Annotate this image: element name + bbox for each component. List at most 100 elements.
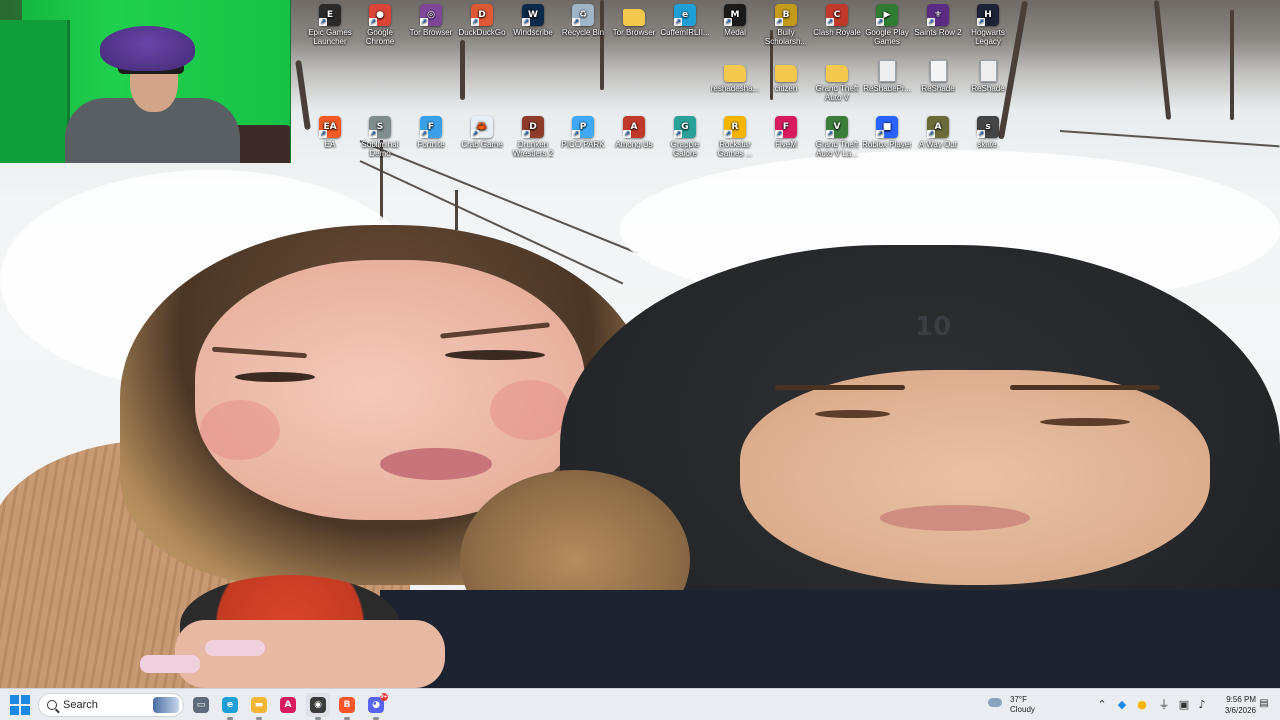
desktop-shortcut[interactable]: ReShadePr... — [862, 60, 912, 93]
desktop-shortcut[interactable]: A ↗ Among Us — [609, 116, 659, 149]
desktop-shortcut-label: PICO PARK — [561, 140, 605, 149]
desktop-shortcut[interactable]: S ↗ Subliminal Demo — [355, 116, 405, 158]
desktop-shortcut[interactable]: ■ ↗ Roblox Player — [862, 116, 912, 149]
desktop-shortcut[interactable]: D ↗ Drunken Wrestlers 2 — [508, 116, 558, 158]
desktop-shortcut[interactable]: e ↗ CuffemIRLII... — [660, 4, 710, 37]
desktop-shortcut-label: Saints Row 2 — [914, 28, 962, 37]
search-placeholder: Search — [63, 699, 98, 711]
taskbar-app-adobe[interactable]: A — [276, 693, 300, 717]
desktop-shortcut[interactable]: ReShade — [963, 60, 1013, 93]
folder-icon — [775, 65, 797, 82]
desktop-shortcut-label: EA — [324, 140, 336, 149]
taskbar-search-box[interactable]: Search — [38, 693, 184, 717]
volume-icon[interactable]: ♪ — [1194, 697, 1210, 713]
document-icon — [979, 60, 997, 82]
shortcut-arrow-icon: ↗ — [674, 130, 682, 138]
desktop-shortcut-label: ReShade — [921, 84, 955, 93]
desktop-shortcut[interactable]: Grand Theft Auto V — [812, 60, 862, 102]
desktop-shortcut-label: Tor Browser — [612, 28, 656, 37]
desktop-shortcut[interactable]: F ↗ Fortnite — [406, 116, 456, 149]
desktop-shortcut-label: ReShade — [971, 84, 1005, 93]
weather-widget[interactable]: 37°F Cloudy — [986, 694, 1056, 716]
chrome-icon: ● ↗ — [369, 4, 391, 26]
desktop-shortcut[interactable]: ● ↗ Google Chrome — [355, 4, 405, 46]
desktop-shortcut[interactable]: P ↗ PICO PARK — [558, 116, 608, 149]
tray-norton-icon[interactable]: ● — [1134, 697, 1150, 713]
notification-bell-icon[interactable]: ▤ — [1258, 698, 1270, 710]
desktop-shortcut-label: Clash Royale — [813, 28, 861, 37]
desktop-shortcut[interactable]: Tor Browser — [609, 4, 659, 37]
start-button[interactable] — [10, 695, 32, 715]
pico-park-icon: P ↗ — [572, 116, 594, 138]
desktop-shortcut[interactable]: W ↗ Windscribe — [508, 4, 558, 37]
desktop-shortcut[interactable]: M ↗ Medal — [710, 4, 760, 37]
desktop-shortcut[interactable]: ◎ ↗ Tor Browser — [406, 4, 456, 37]
desktop-shortcut-label: Tor Browser — [409, 28, 453, 37]
desktop-shortcut[interactable]: ♻ ↗ Recycle Bin — [558, 4, 608, 37]
desktop-shortcut[interactable]: A ↗ A Way Out — [913, 116, 963, 149]
desktop-shortcut[interactable]: ▶ ↗ Google Play Games — [862, 4, 912, 46]
taskbar-app-obs[interactable]: ◉ — [306, 693, 330, 720]
network-icon[interactable]: ▣ — [1176, 697, 1192, 713]
taskbar-app-file-explorer[interactable]: ▬ — [247, 693, 271, 720]
cloud-icon — [988, 698, 1002, 707]
desktop-shortcut[interactable]: ⚜ ↗ Saints Row 2 — [913, 4, 963, 37]
desktop-shortcut-label: Grapple Galore — [670, 140, 700, 158]
shortcut-arrow-icon: ↗ — [522, 130, 530, 138]
tray-app-icon[interactable]: ◆ — [1114, 697, 1130, 713]
desktop-shortcut-label: Epic Games Launcher — [308, 28, 352, 46]
desktop-shortcut[interactable]: H ↗ Hogwarts Legacy — [963, 4, 1013, 46]
desktop-shortcut[interactable]: D ↗ DuckDuckGo — [457, 4, 507, 37]
chevron-up-icon[interactable]: ⌃ — [1094, 697, 1110, 713]
desktop-shortcut[interactable]: E ↗ Epic Games Launcher — [305, 4, 355, 46]
shortcut-arrow-icon: ↗ — [369, 130, 377, 138]
drunken-wrestlers-icon: D ↗ — [522, 116, 544, 138]
desktop-shortcut-label: Drunken Wrestlers 2 — [512, 140, 554, 158]
clock-time: 9:56 PM — [1226, 695, 1256, 704]
desktop-shortcut-label: A Way Out — [919, 140, 957, 149]
duckduckgo-icon: D ↗ — [471, 4, 493, 26]
clock-date: 3/6/2026 — [1224, 706, 1256, 715]
shortcut-arrow-icon: ↗ — [623, 130, 631, 138]
notification-badge: 9+ — [380, 693, 388, 701]
desktop-shortcut-label: Hogwarts Legacy — [971, 28, 1005, 46]
gta-v-icon: V ↗ — [826, 116, 848, 138]
desktop-shortcut-label: Google Chrome — [365, 28, 395, 46]
rockstar-icon: R ↗ — [724, 116, 746, 138]
desktop-shortcut[interactable]: citizen — [761, 60, 811, 93]
desktop-shortcut[interactable]: V ↗ Grand Theft Auto V La... — [812, 116, 862, 158]
taskbar: Search ▭ e ▬ A ◉ B ◕ 9+ 37°F Cloudy ⌃ ◆ ● ⏚ ▣ ♪… — [0, 688, 1280, 720]
shortcut-arrow-icon: ↗ — [927, 130, 935, 138]
desktop-shortcut[interactable]: s ↗ skate. — [963, 116, 1013, 149]
taskbar-app-discord[interactable]: ◕ 9+ — [364, 693, 388, 720]
microphone-icon[interactable]: ⏚ — [1156, 697, 1172, 713]
taskbar-app-edge[interactable]: e — [218, 693, 242, 720]
desktop-shortcut[interactable]: 🦀 ↗ Crab Game — [457, 116, 507, 149]
fivem-icon: F ↗ — [775, 116, 797, 138]
desktop-shortcut[interactable]: C ↗ Clash Royale — [812, 4, 862, 37]
taskbar-app-taskview[interactable]: ▭ — [189, 693, 213, 717]
desktop-shortcut-label: ReShadePr... — [863, 84, 911, 93]
shortcut-arrow-icon: ↗ — [369, 18, 377, 26]
desktop-shortcut[interactable]: EA ↗ EA — [305, 116, 355, 149]
subliminal-icon: S ↗ — [369, 116, 391, 138]
desktop-shortcut-label: Fortnite — [417, 140, 445, 149]
folder-icon — [724, 65, 746, 82]
edge-icon: e ↗ — [674, 4, 696, 26]
desktop-shortcut[interactable]: R ↗ Rockstar Games ... — [710, 116, 760, 158]
taskbar-app-brave[interactable]: B — [335, 693, 359, 720]
desktop-shortcut[interactable]: G ↗ Grapple Galore — [660, 116, 710, 158]
google-play-games-icon: ▶ ↗ — [876, 4, 898, 26]
desktop-shortcut[interactable]: B ↗ Bully Scholarsh... — [761, 4, 811, 46]
shortcut-arrow-icon: ↗ — [319, 130, 327, 138]
desktop-shortcut-label: CuffemIRLII... — [660, 28, 710, 37]
shortcut-arrow-icon: ↗ — [724, 130, 732, 138]
desktop-shortcut-label: citizen — [774, 84, 798, 93]
shortcut-arrow-icon: ↗ — [522, 18, 530, 26]
edge-icon: e — [222, 697, 238, 713]
desktop-shortcut[interactable]: ReShade — [913, 60, 963, 93]
desktop-shortcut[interactable]: F ↗ FiveM — [761, 116, 811, 149]
desktop-shortcut[interactable]: reshadesha... — [710, 60, 760, 93]
system-clock[interactable]: 9:56 PM 3/6/2026 — [1212, 694, 1256, 716]
folder-icon — [623, 9, 645, 26]
